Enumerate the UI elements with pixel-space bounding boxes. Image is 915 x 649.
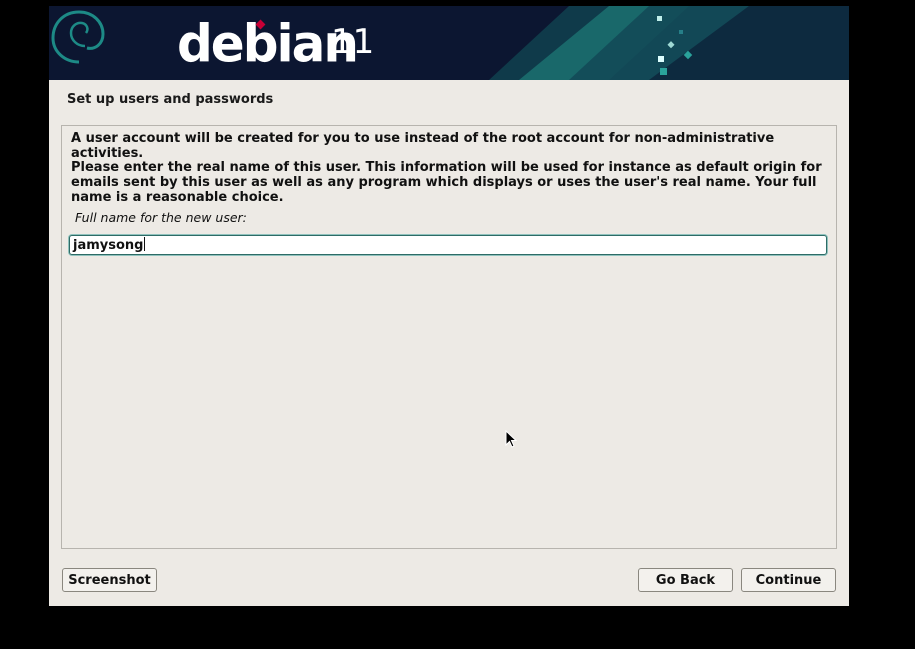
- full-name-label: Full name for the new user:: [75, 210, 247, 225]
- mouse-pointer-icon: [505, 430, 517, 448]
- page-title: Set up users and passwords: [67, 92, 274, 107]
- continue-button[interactable]: Continue: [741, 568, 836, 592]
- debian-swirl-icon: [51, 10, 105, 64]
- banner-decoration: [489, 6, 849, 80]
- debian-version: 11: [331, 22, 375, 62]
- description-text: Please enter the real name of this user.…: [71, 160, 822, 205]
- full-name-input[interactable]: jamysong: [69, 235, 827, 255]
- debian-wordmark: debian: [177, 13, 359, 75]
- full-name-value: jamysong: [73, 237, 146, 253]
- go-back-button[interactable]: Go Back: [638, 568, 733, 592]
- debian-banner: debian 11: [49, 6, 849, 80]
- installer-window: debian 11 Set up users and passwords A u…: [49, 6, 849, 606]
- content-panel: A user account will be created for you t…: [61, 125, 837, 549]
- text-caret: [144, 237, 146, 251]
- screenshot-button[interactable]: Screenshot: [62, 568, 157, 592]
- intro-text: A user account will be created for you t…: [71, 131, 775, 161]
